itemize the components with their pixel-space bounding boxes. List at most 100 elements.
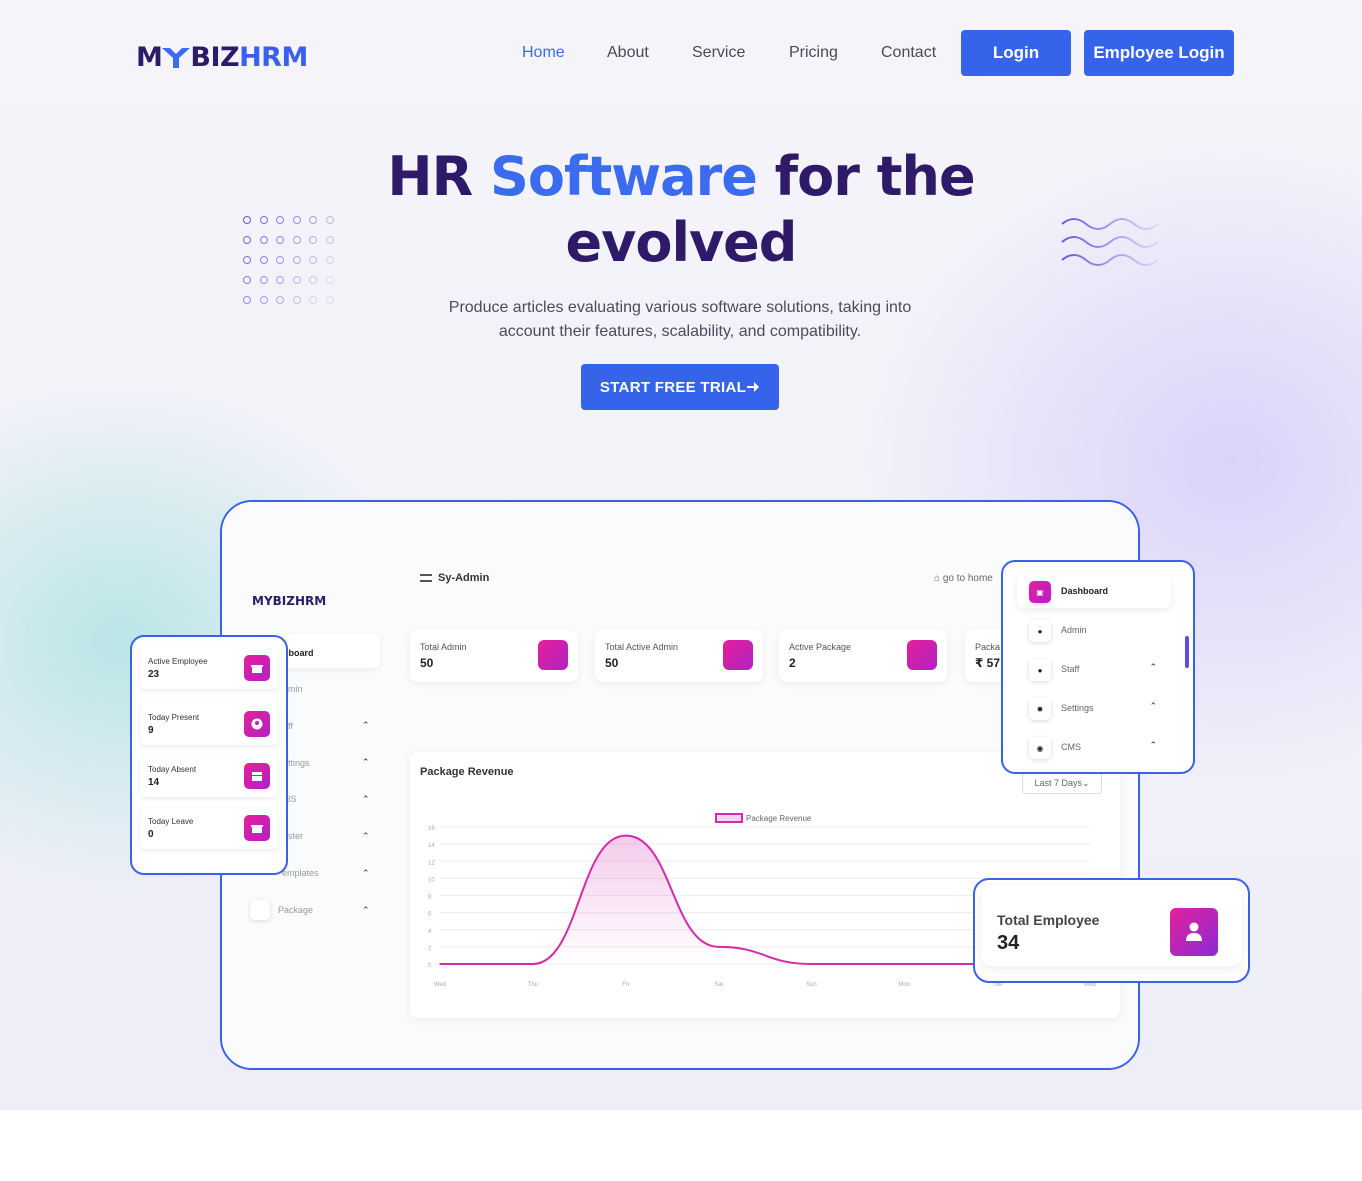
decor-dot — [292, 296, 301, 304]
menu-item-settings[interactable]: ✹ Settings ⌃ — [1017, 691, 1171, 725]
menu-card: ▣ Dashboard ● Admin ● Staff ⌃ ✹ Settings… — [1001, 560, 1195, 774]
decor-dot — [325, 296, 334, 304]
calendar-icon — [244, 763, 270, 789]
stat-card-total-active-admin: Total Active Admin 50 — [595, 630, 763, 682]
nav-link-contact[interactable]: Contact — [881, 44, 936, 62]
chevron-up-icon: ⌃ — [362, 794, 370, 804]
user-icon — [1170, 908, 1218, 956]
stat-active-employee: Active Employee 23 — [140, 647, 278, 689]
y-tick-label: 4 — [428, 929, 432, 935]
decor-dot — [259, 296, 268, 304]
users-icon: ● — [1029, 659, 1051, 681]
stat-today-absent: Today Absent 14 — [140, 755, 278, 797]
data-point — [717, 946, 720, 948]
decor-dot — [259, 276, 268, 284]
gift-icon — [723, 640, 753, 670]
hero-subtitle: Produce articles evaluating various soft… — [448, 299, 912, 340]
x-tick-label: Thu — [528, 982, 538, 988]
data-point — [532, 963, 534, 965]
user-icon — [538, 640, 568, 670]
x-tick-label: Fri — [622, 982, 629, 988]
user-circle-icon — [244, 711, 270, 737]
hero-background: M BIZHRM Home About Service Pricing Conta… — [0, 0, 1362, 1110]
login-button[interactable]: Login — [961, 30, 1071, 76]
x-tick-label: Sun — [806, 982, 817, 988]
scrollbar-thumb[interactable] — [1185, 636, 1189, 668]
sidebar-item-package[interactable]: Package — [278, 905, 313, 915]
dashboard-topbar-title: Sy-Admin — [438, 572, 490, 584]
stat-card-active-package: Active Package 2 — [779, 630, 947, 682]
decor-dot — [325, 276, 334, 284]
employee-login-button[interactable]: Employee Login — [1084, 30, 1234, 76]
y-tick-label: 12 — [428, 860, 435, 866]
hamburger-icon[interactable] — [420, 574, 432, 582]
sidebar-item-admin[interactable]: min — [288, 684, 303, 694]
stat-today-leave: Today Leave 0 — [140, 807, 278, 849]
sidebar-item-settings[interactable]: ttings — [288, 758, 310, 768]
decor-dot — [309, 276, 317, 284]
top-nav: Home About Service Pricing Contact Login… — [0, 30, 1362, 76]
decor-dot — [243, 276, 251, 284]
decor-dot — [276, 276, 284, 284]
y-tick-label: 14 — [428, 843, 435, 849]
hero-title-line2: evolved — [565, 211, 798, 274]
decor-dot — [292, 276, 301, 284]
y-tick-label: 0 — [428, 963, 432, 969]
y-tick-label: 10 — [428, 877, 435, 883]
decor-dot — [243, 296, 251, 304]
nav-link-home[interactable]: Home — [522, 44, 565, 62]
y-tick-label: 2 — [428, 946, 432, 952]
chevron-up-icon: ⌃ — [1149, 662, 1157, 672]
x-tick-label: Wed — [434, 982, 446, 988]
decor-dot — [309, 296, 317, 304]
chevron-up-icon: ⌃ — [362, 905, 370, 915]
chevron-up-icon: ⌃ — [362, 868, 370, 878]
sidebar-item-templates[interactable]: emplates — [282, 868, 319, 878]
data-point — [810, 963, 813, 965]
y-tick-label: 8 — [428, 895, 432, 901]
database-icon — [250, 900, 270, 920]
range-select[interactable]: Last 7 Days ⌄ — [1022, 772, 1102, 794]
revenue-title: Package Revenue — [420, 766, 514, 778]
legend-swatch — [715, 813, 743, 823]
arrow-right-icon — [747, 382, 760, 392]
nav-link-about[interactable]: About — [607, 44, 649, 62]
hero-title: HR Software for the — [387, 145, 975, 208]
go-to-home-link[interactable]: ⌂ go to home — [934, 573, 993, 584]
x-tick-label: Sat — [714, 982, 723, 988]
chevron-up-icon: ⌃ — [1149, 701, 1157, 711]
gift-icon — [244, 655, 270, 681]
nav-link-service[interactable]: Service — [692, 44, 745, 62]
start-free-trial-button[interactable]: START FREE TRIAL — [581, 364, 779, 410]
dashboard-logo: MYBIZHRM — [252, 594, 327, 608]
stat-today-present: Today Present 9 — [140, 703, 278, 745]
home-icon: ⌂ — [934, 573, 943, 584]
decor-dot — [276, 296, 284, 304]
menu-item-admin[interactable]: ● Admin — [1017, 613, 1171, 647]
user-icon: ● — [1029, 620, 1051, 642]
sidebar-item-master[interactable]: ster — [288, 831, 303, 841]
store-icon: ▣ — [1029, 581, 1051, 603]
legend-label: Package Revenue — [746, 814, 812, 823]
chevron-up-icon: ⌃ — [362, 757, 370, 767]
x-tick-label: Mon — [898, 982, 910, 988]
menu-item-dashboard[interactable]: ▣ Dashboard — [1017, 574, 1171, 608]
stat-card-total-admin: Total Admin 50 — [410, 630, 578, 682]
nav-link-pricing[interactable]: Pricing — [789, 44, 838, 62]
sidebar-item-cms[interactable]: IS — [288, 794, 297, 804]
y-tick-label: 6 — [428, 912, 432, 918]
chevron-down-icon: ⌄ — [1081, 777, 1090, 788]
globe-icon: ◉ — [1029, 737, 1051, 759]
sidebar-item-staff[interactable]: ff — [288, 721, 293, 731]
menu-item-cms[interactable]: ◉ CMS ⌃ — [1017, 730, 1171, 764]
user-icon — [907, 640, 937, 670]
gear-icon: ✹ — [1029, 698, 1051, 720]
y-tick-label: 16 — [428, 826, 435, 832]
total-employee-card: Total Employee 34 — [973, 878, 1250, 983]
data-point — [903, 963, 906, 965]
chevron-up-icon: ⌃ — [1149, 740, 1157, 750]
menu-item-staff[interactable]: ● Staff ⌃ — [1017, 652, 1171, 686]
data-point — [439, 963, 441, 965]
chevron-up-icon: ⌃ — [362, 831, 370, 841]
employee-stats-card: Active Employee 23 Today Present 9 Today… — [130, 635, 288, 875]
